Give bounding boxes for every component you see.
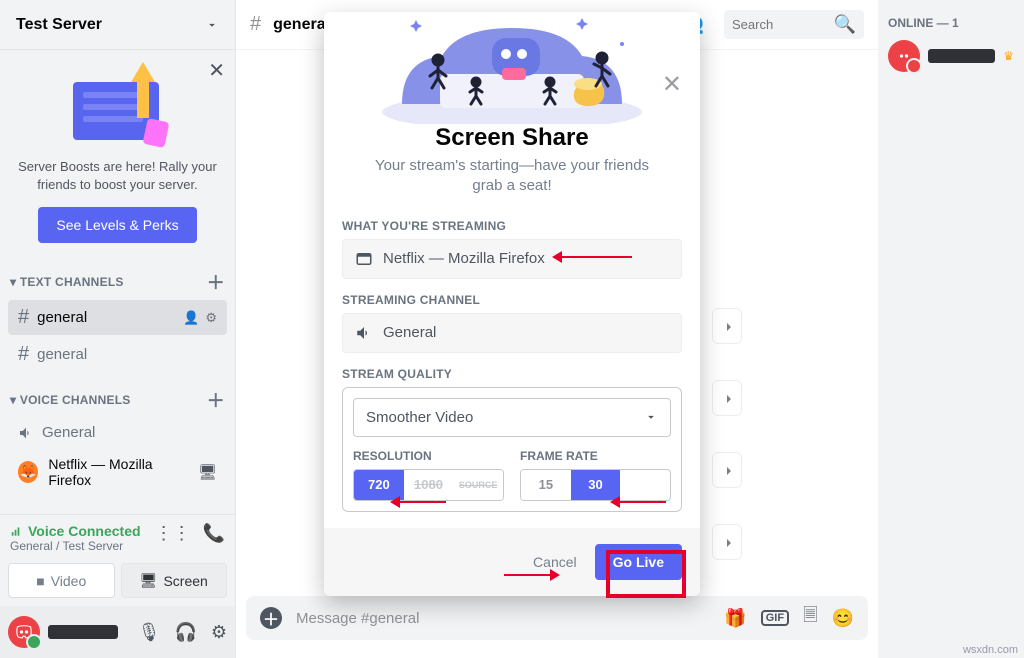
what-streaming-label: WHAT YOU'RE STREAMING bbox=[324, 211, 700, 239]
speaker-icon bbox=[355, 324, 373, 342]
stream-quality-box: Smoother Video RESOLUTION 720 1080 SOURC… bbox=[342, 387, 682, 512]
stream-quality-label: STREAM QUALITY bbox=[324, 359, 700, 387]
modal-subtitle: Your stream's starting—have your friends… bbox=[324, 156, 700, 211]
quality-select[interactable]: Smoother Video bbox=[353, 398, 671, 437]
screen-share-modal: ✕ bbox=[324, 12, 700, 596]
resolution-label: RESOLUTION bbox=[353, 449, 504, 463]
fps-30[interactable]: 30 bbox=[571, 470, 621, 500]
streaming-channel-label: STREAMING CHANNEL bbox=[324, 285, 700, 313]
resolution-source[interactable]: SOURCE bbox=[453, 470, 503, 500]
modal-overlay: ✕ bbox=[0, 0, 1024, 658]
fps-15[interactable]: 15 bbox=[521, 470, 571, 500]
go-live-button[interactable]: Go Live bbox=[595, 544, 682, 580]
streaming-channel-field[interactable]: General bbox=[342, 313, 682, 353]
cancel-button[interactable]: Cancel bbox=[533, 554, 577, 570]
streaming-channel-value: General bbox=[383, 324, 436, 341]
watermark: wsxdn.com bbox=[963, 644, 1018, 656]
streaming-source-field[interactable]: Netflix — Mozilla Firefox bbox=[342, 239, 682, 279]
resolution-1080[interactable]: 1080 bbox=[404, 470, 454, 500]
resolution-segmented: 720 1080 SOURCE bbox=[353, 469, 504, 501]
resolution-720[interactable]: 720 bbox=[354, 470, 404, 500]
streaming-source-value: Netflix — Mozilla Firefox bbox=[383, 250, 545, 267]
framerate-label: FRAME RATE bbox=[520, 449, 671, 463]
framerate-segmented: 15 30 60 bbox=[520, 469, 671, 501]
quality-value: Smoother Video bbox=[366, 409, 473, 426]
modal-footer: Cancel Go Live bbox=[324, 528, 700, 596]
window-icon bbox=[355, 250, 373, 268]
chevron-down-icon bbox=[644, 410, 658, 424]
modal-hero-illustration bbox=[324, 12, 700, 116]
